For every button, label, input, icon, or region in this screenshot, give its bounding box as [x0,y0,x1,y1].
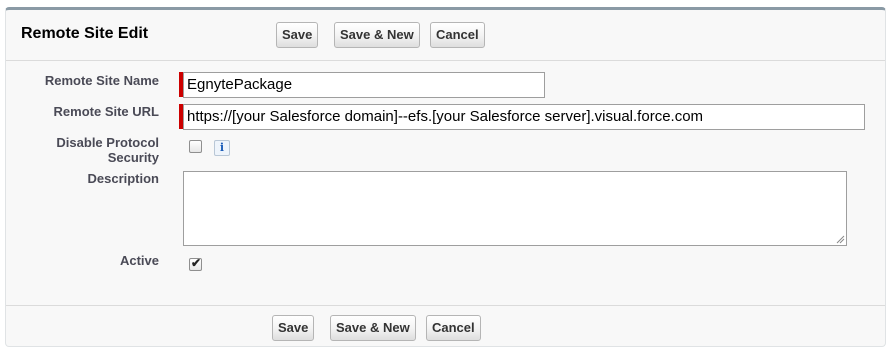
checkmark-icon: ✔ [191,256,202,270]
cancel-button-bottom[interactable]: Cancel [426,315,481,341]
save-and-new-button-top[interactable]: Save & New [334,22,420,48]
save-and-new-button-bottom[interactable]: Save & New [330,315,416,341]
remote-site-url-input[interactable]: https://[your Salesforce domain]--efs.[y… [183,104,865,130]
save-button-bottom[interactable]: Save [272,315,315,341]
disable-protocol-security-label: Disable Protocol Security [26,135,159,165]
description-textarea[interactable] [183,171,847,246]
page-title: Remote Site Edit [21,25,149,42]
cancel-button-top[interactable]: Cancel [430,22,485,48]
active-label: Active [119,253,159,268]
disable-protocol-security-label-line2: Security [107,150,159,165]
remote-site-name-label: Remote Site Name [44,73,159,88]
remote-site-url-label: Remote Site URL [53,104,159,119]
description-label: Description [87,171,159,186]
disable-protocol-security-checkbox[interactable] [189,140,202,153]
remote-site-name-input[interactable]: EgnytePackage [183,72,545,98]
active-checkbox[interactable]: ✔ [189,256,202,271]
page-header: Remote Site Edit Save Save & New Cancel [6,10,885,61]
resize-grip-icon[interactable] [836,235,845,244]
remote-site-edit-panel: Remote Site Edit Save Save & New Cancel … [5,7,886,347]
page-footer: Save Save & New Cancel [6,305,885,348]
info-icon[interactable]: i [214,140,230,156]
disable-protocol-security-label-line1: Disable Protocol [56,135,159,150]
save-button-top[interactable]: Save [276,22,319,48]
